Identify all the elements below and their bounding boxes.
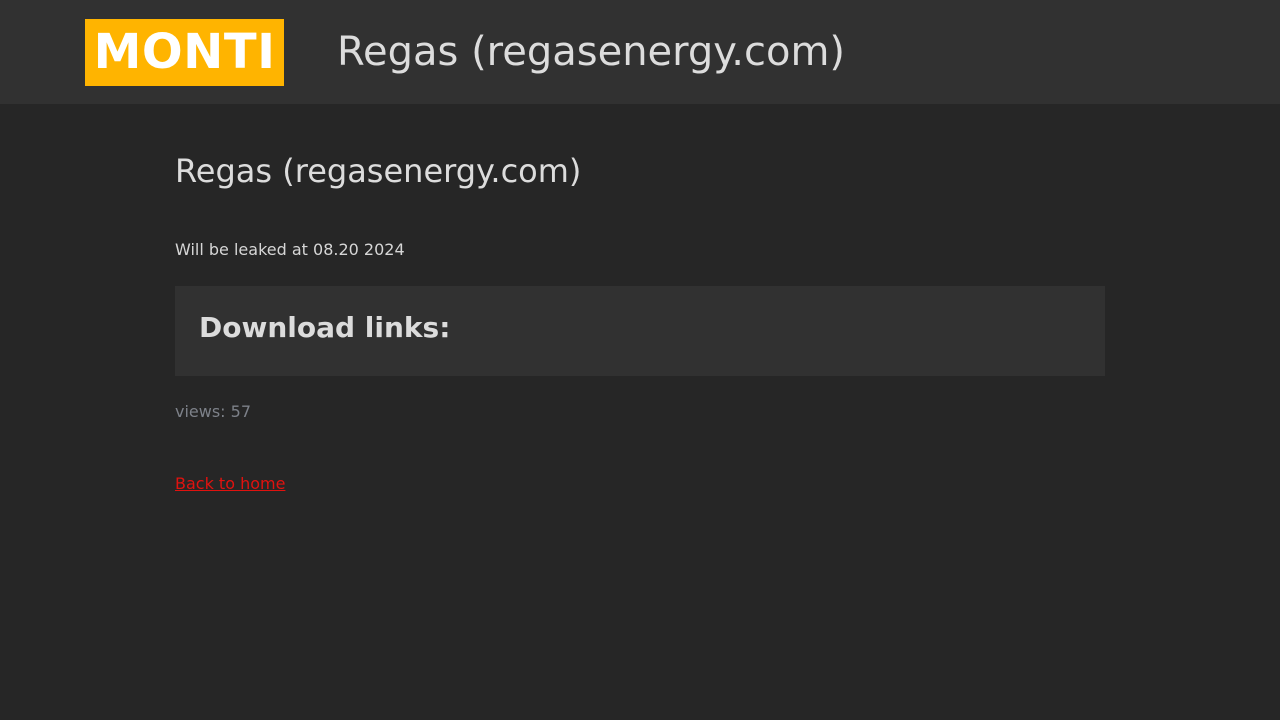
back-to-home-link[interactable]: Back to home: [175, 474, 285, 494]
page-title: Regas (regasenergy.com): [175, 152, 582, 190]
download-links-heading: Download links:: [199, 311, 451, 344]
views-counter: views: 57: [175, 402, 252, 421]
header-title: Regas (regasenergy.com): [337, 29, 846, 75]
download-links-panel: Download links:: [175, 286, 1105, 376]
site-header: MONTI Regas (regasenergy.com): [0, 0, 1280, 104]
leak-date-notice: Will be leaked at 08.20 2024: [175, 240, 405, 259]
monti-logo[interactable]: MONTI: [85, 19, 284, 86]
